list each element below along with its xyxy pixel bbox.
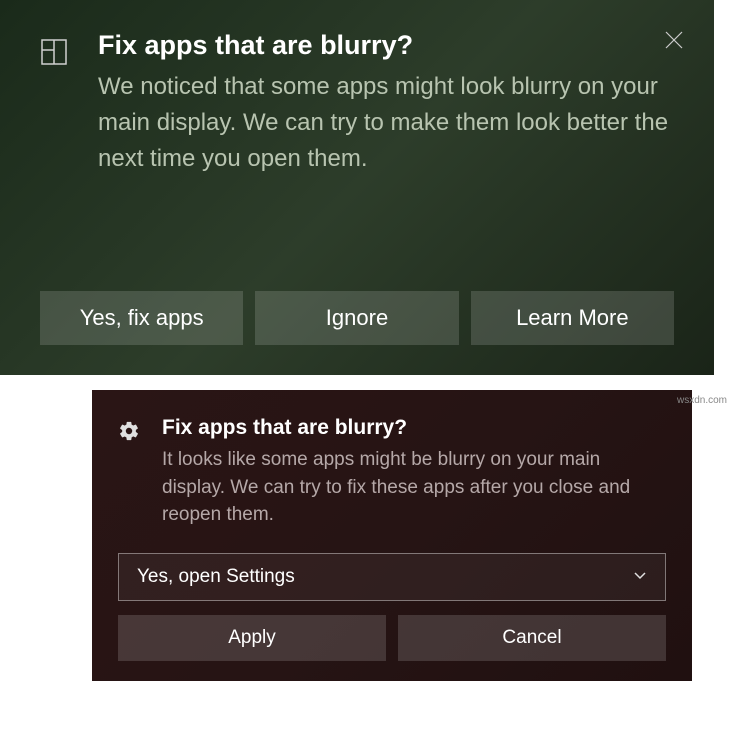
notification-actions: Yes, fix apps Ignore Learn More <box>40 261 674 345</box>
notification-body: It looks like some apps might be blurry … <box>162 446 666 529</box>
notification-title: Fix apps that are blurry? <box>162 416 666 440</box>
apply-button[interactable]: Apply <box>118 615 386 661</box>
blurry-apps-notification-1: Fix apps that are blurry? We noticed tha… <box>0 0 714 375</box>
chevron-down-icon <box>633 566 647 588</box>
ignore-button[interactable]: Ignore <box>255 291 458 345</box>
blurry-apps-notification-2: Fix apps that are blurry? It looks like … <box>92 390 692 681</box>
select-value: Yes, open Settings <box>137 566 295 588</box>
notification-title: Fix apps that are blurry? <box>98 30 674 61</box>
action-select[interactable]: Yes, open Settings <box>118 553 666 601</box>
notification-content: Fix apps that are blurry? We noticed tha… <box>98 30 674 177</box>
close-icon <box>665 31 683 49</box>
close-button[interactable] <box>664 30 684 50</box>
notification-actions: Apply Cancel <box>118 615 666 661</box>
display-settings-icon <box>40 38 68 71</box>
notification-header: Fix apps that are blurry? It looks like … <box>118 416 666 529</box>
yes-fix-apps-button[interactable]: Yes, fix apps <box>40 291 243 345</box>
learn-more-button[interactable]: Learn More <box>471 291 674 345</box>
notification-header: Fix apps that are blurry? We noticed tha… <box>40 30 674 177</box>
settings-gear-icon <box>118 420 140 447</box>
watermark: wsxdn.com <box>677 395 727 406</box>
notification-content: Fix apps that are blurry? It looks like … <box>162 416 666 529</box>
cancel-button[interactable]: Cancel <box>398 615 666 661</box>
notification-body: We noticed that some apps might look blu… <box>98 69 674 177</box>
